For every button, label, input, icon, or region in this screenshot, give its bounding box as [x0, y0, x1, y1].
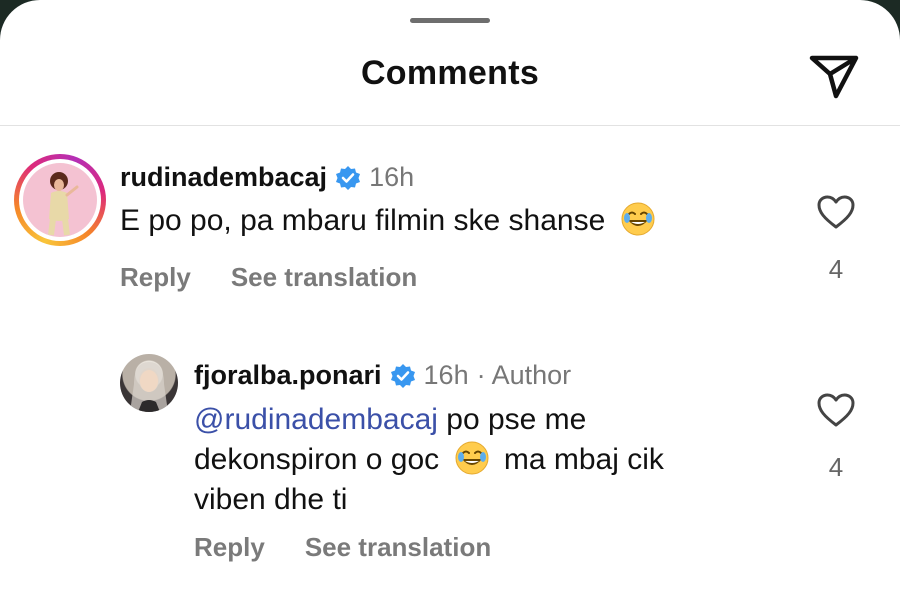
avatar-image [23, 163, 97, 237]
comment-username[interactable]: fjoralba.ponari [194, 360, 382, 391]
comment-body: E po po, pa mbaru filmin ske shanse [120, 204, 606, 237]
comment-2-header: fjoralba.ponari 16h · Author [194, 360, 571, 391]
avatar[interactable] [120, 354, 178, 412]
comment-actions: Reply See translation [120, 262, 417, 293]
page-title: Comments [360, 54, 540, 92]
verified-badge-icon [336, 165, 361, 190]
drag-handle[interactable] [410, 18, 490, 23]
comment-actions: Reply See translation [194, 532, 491, 563]
heart-icon[interactable] [816, 194, 856, 230]
verified-badge-icon [390, 363, 415, 388]
comment-timestamp: 16h [423, 360, 469, 390]
like-count: 4 [828, 254, 844, 284]
heart-icon[interactable] [816, 392, 856, 428]
comment-line-1: @rudinadembacaj po pse me [194, 400, 664, 440]
comment-1-header: rudinadembacaj 16h [120, 162, 414, 193]
send-icon[interactable] [806, 50, 862, 100]
comment-text: @rudinadembacaj po pse me dekonspiron o … [194, 400, 664, 520]
see-translation-button[interactable]: See translation [305, 532, 491, 563]
comment-text: E po po, pa mbaru filmin ske shanse [120, 201, 656, 241]
comment-body: dekonspiron o goc [194, 443, 440, 476]
avatar-image [130, 362, 168, 412]
like-count: 4 [828, 452, 844, 482]
reply-button[interactable]: Reply [120, 262, 191, 293]
comment-body: ma mbaj cik [503, 443, 664, 476]
laughing-emoji-icon [455, 441, 489, 475]
laughing-emoji-icon [621, 202, 655, 236]
reply-button[interactable]: Reply [194, 532, 265, 563]
avatar[interactable] [14, 154, 106, 246]
see-translation-button[interactable]: See translation [231, 262, 417, 293]
comment-username[interactable]: rudinadembacaj [120, 162, 327, 193]
comment-line-3: viben dhe ti [194, 483, 348, 516]
comment-line-2: dekonspiron o goc ma mbaj cik [194, 440, 664, 480]
comment-timestamp: 16h [369, 162, 415, 192]
header-divider [0, 125, 900, 126]
author-label: · Author [476, 360, 572, 390]
comment-body: po pse me [437, 403, 587, 436]
mention-link[interactable]: @rudinadembacaj [194, 403, 438, 436]
comments-sheet: Comments rudinadembacaj 16h E po po, pa … [0, 0, 900, 600]
